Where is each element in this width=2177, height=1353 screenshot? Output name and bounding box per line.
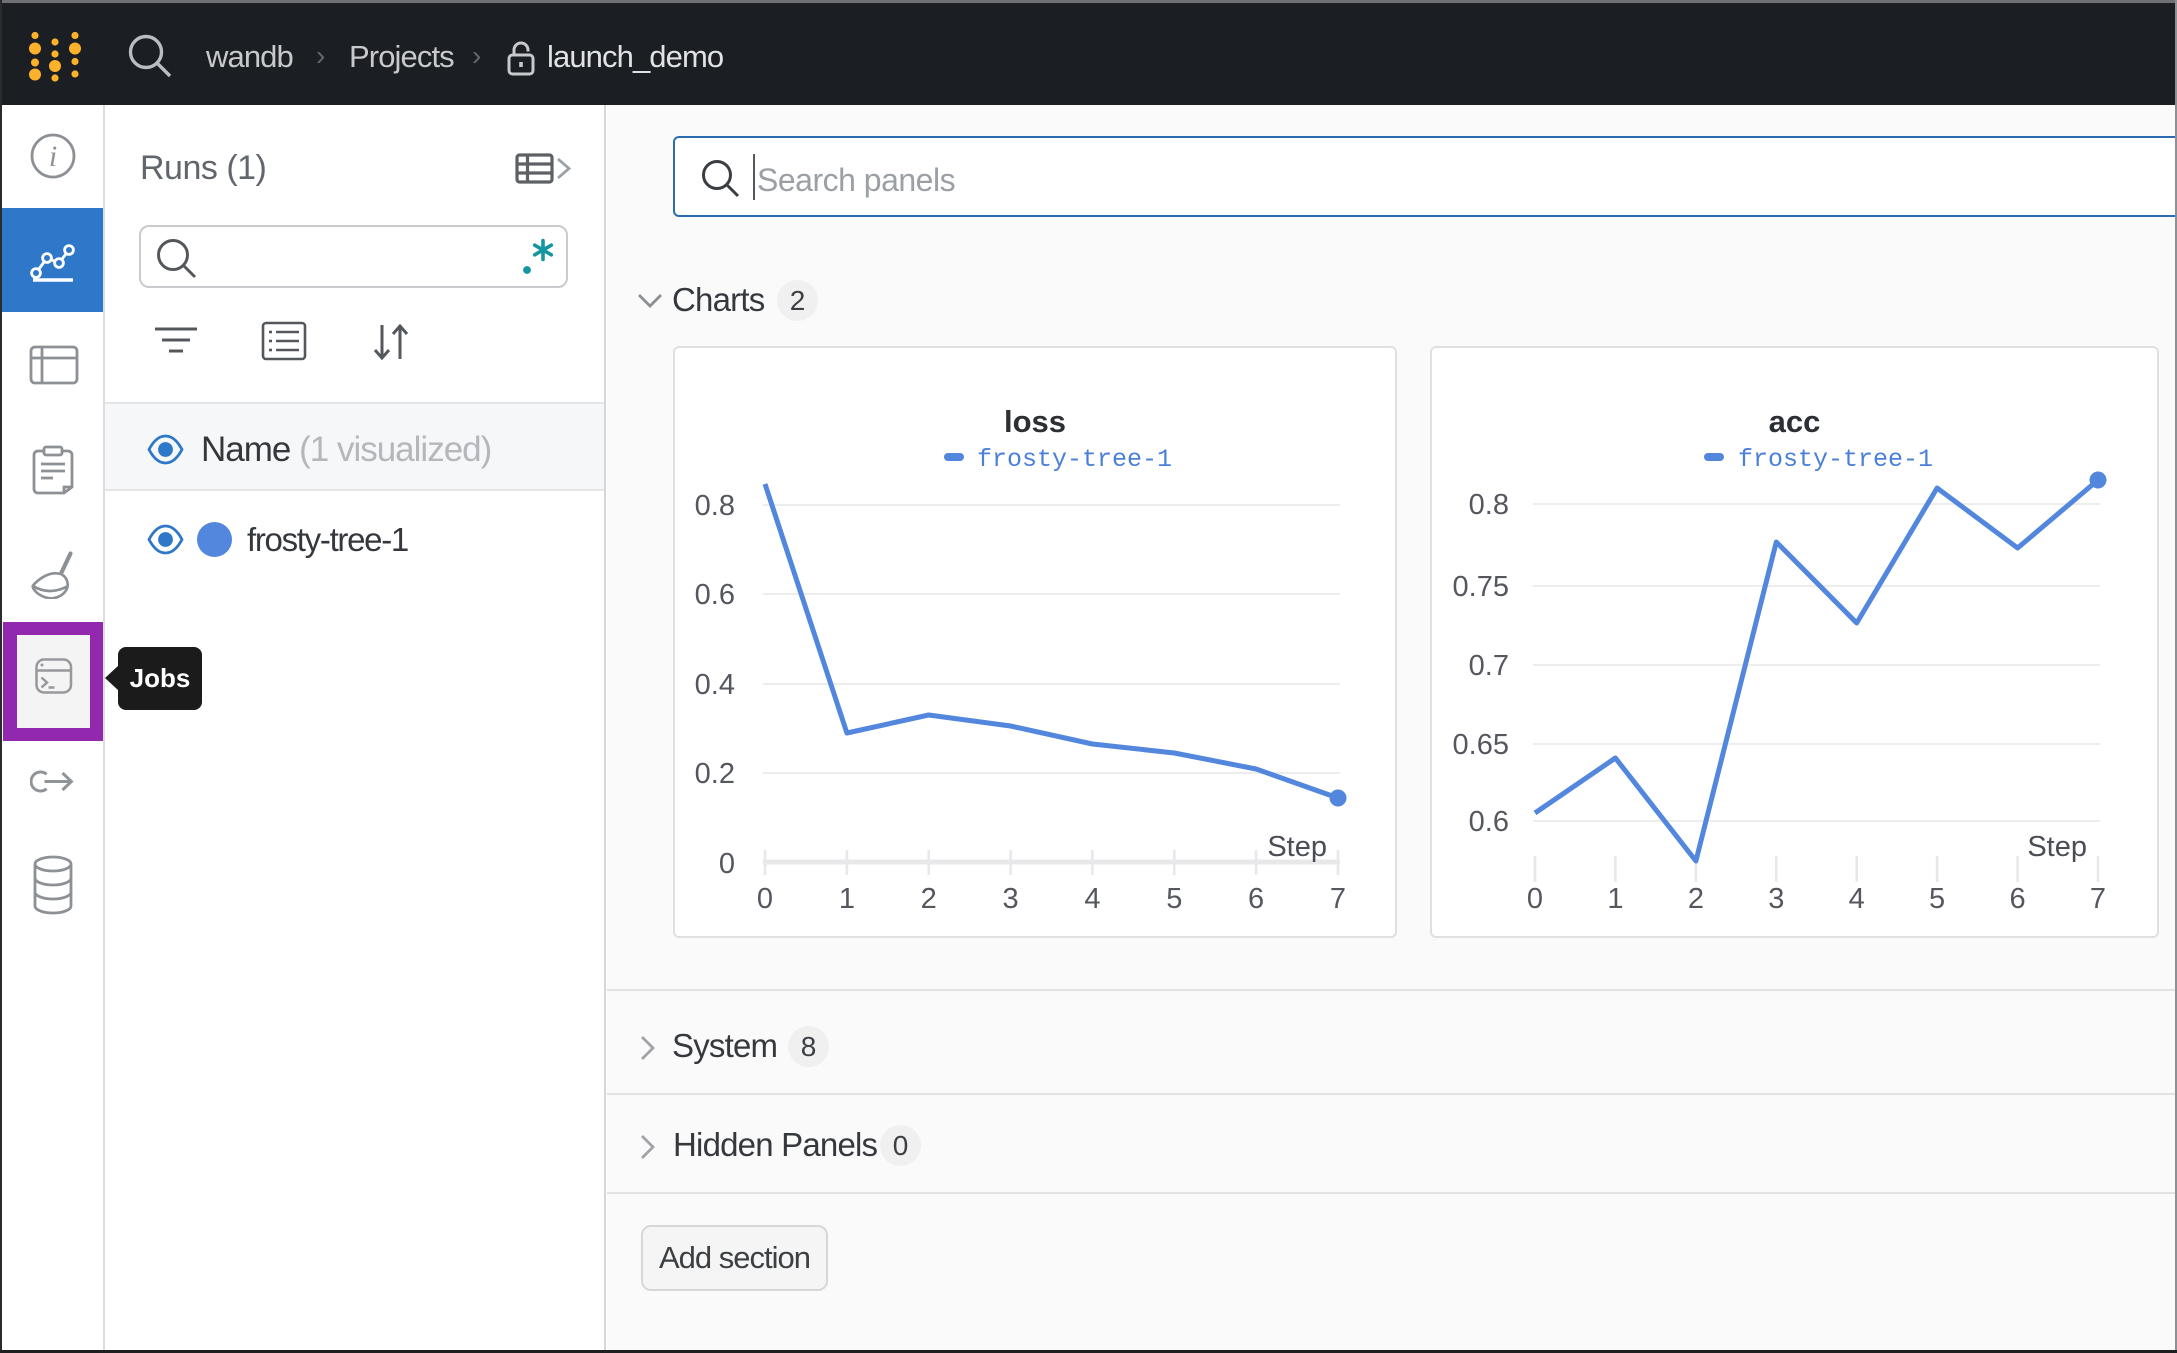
svg-text:0: 0 bbox=[757, 883, 773, 915]
svg-text:5: 5 bbox=[1929, 883, 1945, 915]
svg-text:1: 1 bbox=[839, 883, 855, 915]
svg-text:0: 0 bbox=[1527, 883, 1543, 915]
svg-text:0.6: 0.6 bbox=[695, 579, 735, 611]
svg-text:2: 2 bbox=[1688, 883, 1704, 915]
svg-text:0.75: 0.75 bbox=[1453, 571, 1509, 603]
svg-text:6: 6 bbox=[2010, 883, 2026, 915]
svg-text:0.65: 0.65 bbox=[1453, 729, 1509, 761]
svg-text:0.8: 0.8 bbox=[1469, 489, 1509, 521]
svg-text:1: 1 bbox=[1607, 883, 1623, 915]
svg-text:3: 3 bbox=[1768, 883, 1784, 915]
svg-text:0.7: 0.7 bbox=[1469, 650, 1509, 682]
svg-text:0.4: 0.4 bbox=[695, 669, 735, 701]
svg-text:3: 3 bbox=[1003, 883, 1019, 915]
svg-text:i: i bbox=[49, 140, 57, 173]
svg-text:0.6: 0.6 bbox=[1469, 806, 1509, 838]
svg-text:Step: Step bbox=[2027, 831, 2087, 863]
svg-text:2: 2 bbox=[921, 883, 937, 915]
svg-text:0: 0 bbox=[719, 848, 735, 880]
svg-text:7: 7 bbox=[1330, 883, 1346, 915]
svg-text:0.2: 0.2 bbox=[695, 758, 735, 790]
svg-text:4: 4 bbox=[1084, 883, 1100, 915]
svg-text:Step: Step bbox=[1267, 831, 1327, 863]
svg-text:4: 4 bbox=[1849, 883, 1865, 915]
svg-text:5: 5 bbox=[1166, 883, 1182, 915]
svg-text:7: 7 bbox=[2090, 883, 2106, 915]
svg-text:6: 6 bbox=[1248, 883, 1264, 915]
svg-text:0.8: 0.8 bbox=[695, 490, 735, 522]
